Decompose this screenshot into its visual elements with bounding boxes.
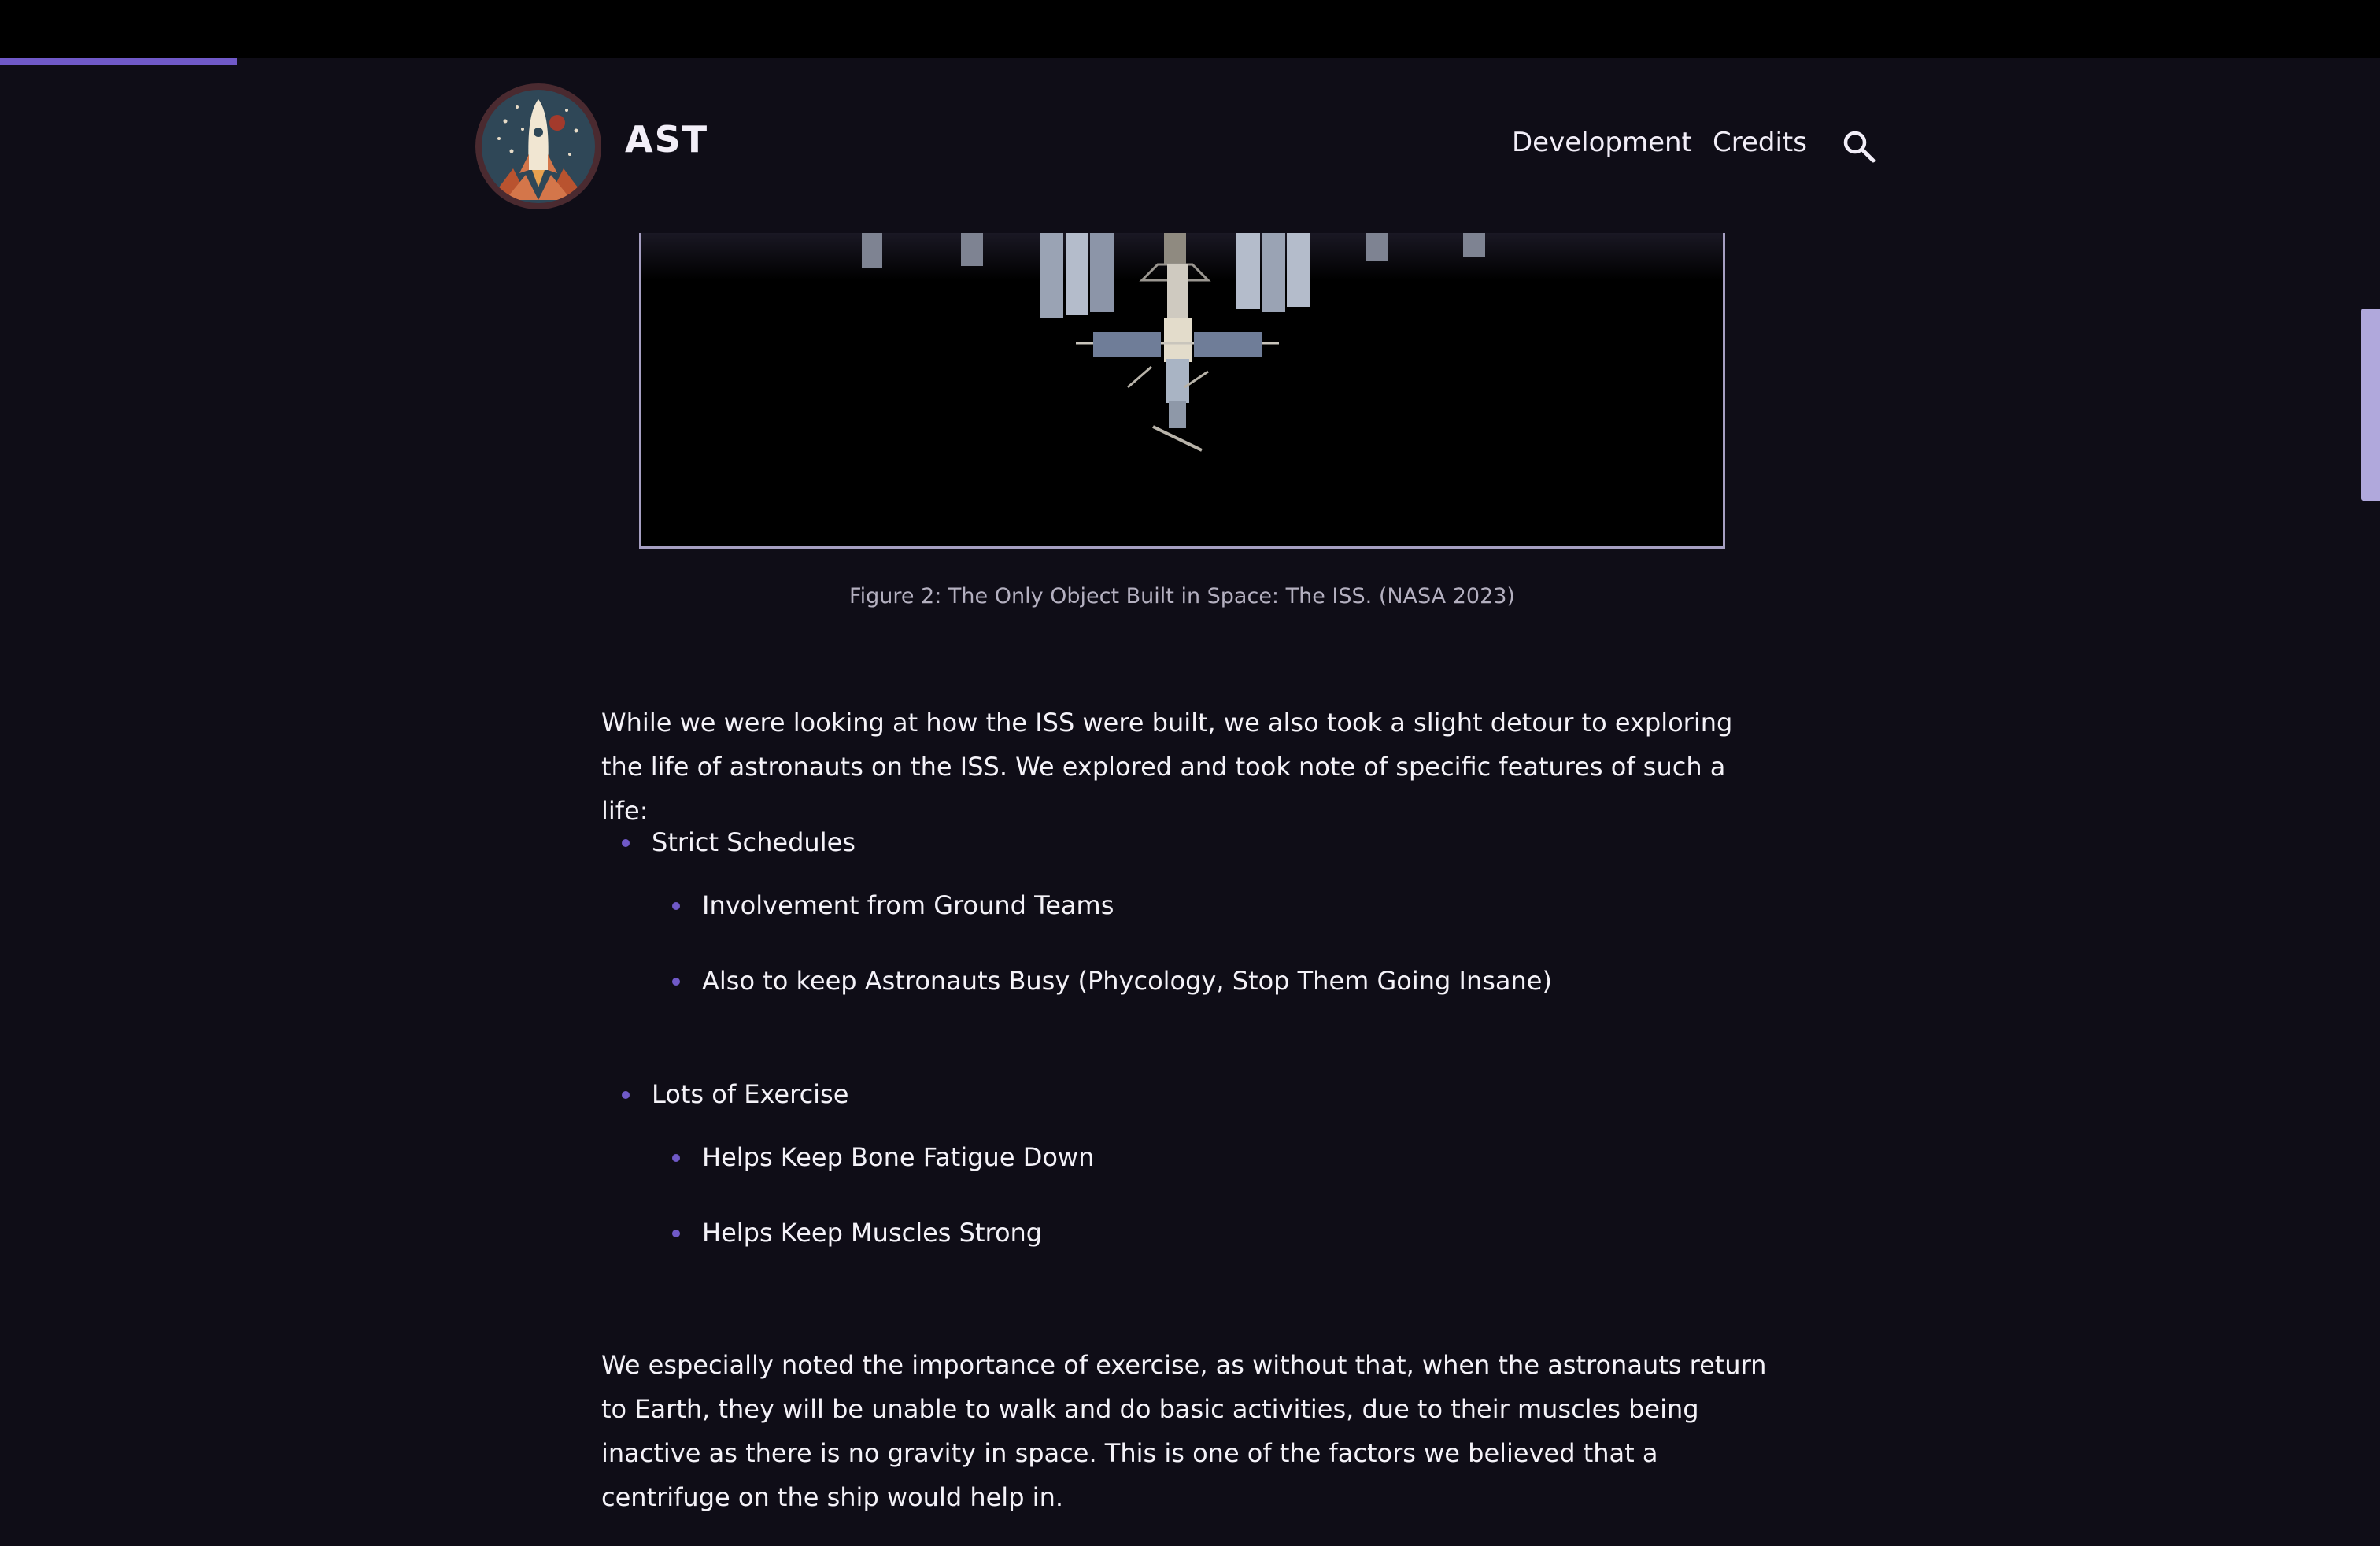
figure-image-iss [639,233,1725,549]
list-item: Helps Keep Bone Fatigue Down [671,1142,1095,1172]
reading-progress-track [0,58,2380,65]
search-button[interactable] [1840,128,1878,165]
reading-progress-bar [0,58,237,65]
list-item: Lots of Exercise [621,1079,849,1109]
list-item: Also to keep Astronauts Busy (Phycology,… [672,966,1552,996]
nav-link-development[interactable]: Development [1512,129,1692,156]
rocket-logo-icon [475,83,601,209]
browser-top-strip [0,0,2380,58]
list-item: Involvement from Ground Teams [671,890,1114,920]
figure-caption: Figure 2: The Only Object Built in Space… [849,584,1515,608]
site-title[interactable]: AST [625,121,708,157]
article-intro-paragraph: While we were looking at how the ISS wer… [601,708,1733,826]
list-item: Strict Schedules [622,827,856,857]
scrollbar-thumb[interactable] [2361,309,2380,501]
nav-link-credits[interactable]: Credits [1713,129,1807,156]
search-icon [1843,131,1876,163]
site-header: AST Development Credits [0,65,2380,233]
site-logo[interactable] [474,82,603,211]
list-item: Helps Keep Muscles Strong [671,1218,1043,1248]
article-conclusion-paragraph: We especially noted the importance of ex… [601,1350,1767,1512]
